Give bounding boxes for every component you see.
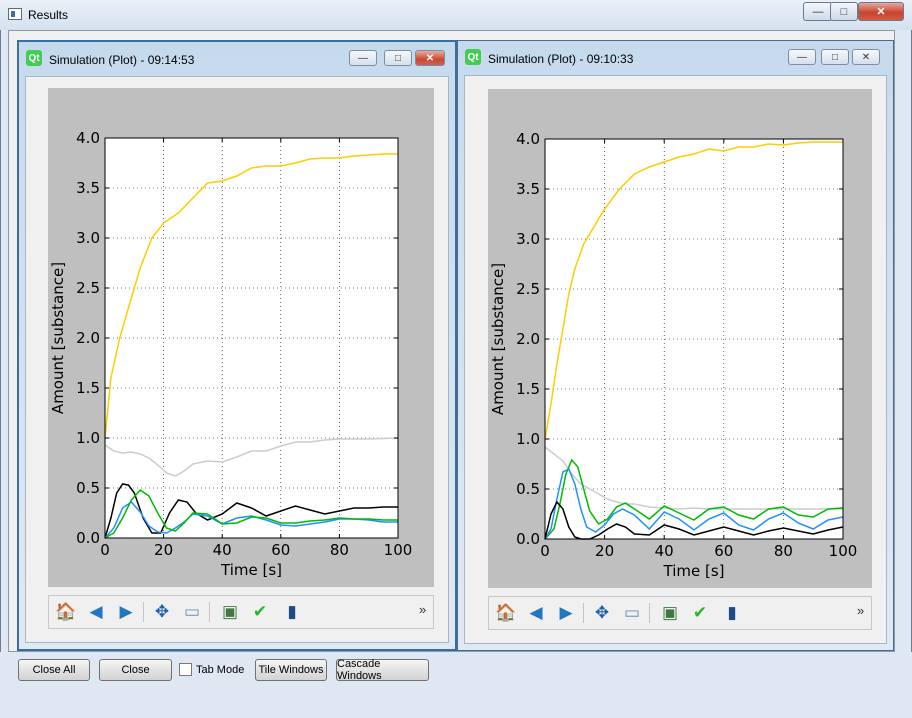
pan-icon[interactable]: ✥ [589,601,615,625]
tab-mode-label: Tab Mode [196,664,245,676]
x-tick-label: 0 [100,541,110,559]
plot-subwindow-2[interactable]: Qt Simulation (Plot) - 09:10:33 — □ ✕ 0 2… [457,40,894,651]
cascade-windows-button[interactable]: Cascade Windows [336,658,429,682]
title-bar[interactable]: Results — □ ✕ [0,0,912,30]
x-tick-label: 100 [829,542,858,560]
plot-container: 0 20 40 60 80 100 0.0 0.5 1.0 1.5 2.0 2.5 3.0 3.5 4.0 T… [25,76,449,643]
forward-arrow-icon[interactable]: ▶ [553,601,579,625]
maximize-button[interactable]: □ [384,50,412,66]
save-icon[interactable]: ▮ [279,600,305,624]
y-tick-label: 3.0 [76,229,100,247]
y-tick-label: 0.0 [516,530,540,548]
line-chart: 0 20 40 60 80 100 0.0 0.5 1.0 1.5 2.0 2.5 3.0 3.5 4.0 T… [49,129,413,579]
y-tick-label: 0.5 [76,479,100,497]
y-tick-label: 0.5 [516,480,540,498]
check-icon[interactable]: ✔ [687,601,713,625]
x-tick-label: 0 [540,542,550,560]
close-button[interactable]: Close [99,659,172,681]
plot-area [105,138,398,538]
x-tick-label: 80 [330,541,349,559]
x-tick-label: 60 [271,541,290,559]
x-tick-label: 20 [595,542,614,560]
maximize-button[interactable]: □ [830,2,858,21]
x-tick-label: 80 [774,542,793,560]
x-tick-label: 40 [213,541,232,559]
close-button[interactable]: ✕ [415,50,445,66]
y-tick-label: 3.0 [516,230,540,248]
tab-mode-checkbox[interactable] [179,663,192,676]
home-icon[interactable]: 🏠 [53,600,79,624]
window-title: Results [28,8,69,22]
maximize-button[interactable]: □ [821,49,849,65]
x-axis-label: Time [s] [220,561,282,579]
zoom-icon[interactable]: ▭ [619,601,645,625]
app-icon [8,8,22,20]
plot-subwindow-1[interactable]: Qt Simulation (Plot) - 09:14:53 — □ ✕ 0 2… [17,40,457,651]
subwindow-title: Simulation (Plot) - 09:14:53 [49,53,195,67]
back-arrow-icon[interactable]: ◀ [523,601,549,625]
back-arrow-icon[interactable]: ◀ [83,600,109,624]
subwindow-title-bar[interactable]: Qt Simulation (Plot) - 09:10:33 — □ ✕ [458,41,893,75]
toolbar-separator [143,602,144,622]
x-tick-label: 40 [655,542,674,560]
subwindow-title-bar[interactable]: Qt Simulation (Plot) - 09:14:53 — □ ✕ [19,42,455,76]
plot-toolbar: 🏠 ◀ ▶ ✥ ▭ ▣ ✔ ▮ » [48,595,434,629]
x-tick-label: 60 [714,542,733,560]
y-tick-label: 2.5 [516,280,540,298]
y-tick-label: 2.5 [76,279,100,297]
close-all-button[interactable]: Close All [18,659,90,681]
y-tick-label: 4.0 [516,130,540,148]
x-tick-label: 20 [154,541,173,559]
x-axis-label: Time [s] [663,562,725,580]
y-tick-label: 0.0 [76,529,100,547]
tile-windows-button[interactable]: Tile Windows [255,659,327,681]
toolbar-separator [209,602,210,622]
figure-canvas[interactable]: 0 20 40 60 80 100 0.0 0.5 1.0 1.5 2.0 2.5 3.0 3.5 4.0 T… [488,89,872,588]
check-icon[interactable]: ✔ [247,600,273,624]
toolbar-separator [583,603,584,623]
minimize-button[interactable]: — [788,49,816,65]
toolbar-overflow-button[interactable]: » [419,602,426,617]
pan-icon[interactable]: ✥ [149,600,175,624]
plot-container: 0 20 40 60 80 100 0.0 0.5 1.0 1.5 2.0 2.5 3.0 3.5 4.0 T… [464,75,887,644]
zoom-icon[interactable]: ▭ [179,600,205,624]
qt-icon: Qt [26,50,42,66]
y-tick-label: 3.5 [516,180,540,198]
close-button[interactable]: ✕ [852,49,880,65]
toolbar-separator [649,603,650,623]
subwindow-title: Simulation (Plot) - 09:10:33 [488,52,634,66]
y-axis-label: Amount [substance] [489,263,507,415]
y-tick-label: 1.5 [76,379,100,397]
minimize-button[interactable]: — [349,50,377,66]
y-tick-label: 2.0 [516,330,540,348]
save-icon[interactable]: ▮ [719,601,745,625]
line-chart: 0 20 40 60 80 100 0.0 0.5 1.0 1.5 2.0 2.5 3.0 3.5 4.0 T… [489,130,858,580]
close-window-button[interactable]: ✕ [858,2,904,21]
home-icon[interactable]: 🏠 [493,601,519,625]
qt-icon: Qt [465,49,481,65]
plot-toolbar: 🏠 ◀ ▶ ✥ ▭ ▣ ✔ ▮ » [488,596,872,630]
x-tick-label: 100 [384,541,413,559]
toolbar-overflow-button[interactable]: » [857,603,864,618]
y-axis-label: Amount [substance] [49,262,67,414]
y-tick-label: 4.0 [76,129,100,147]
forward-arrow-icon[interactable]: ▶ [113,600,139,624]
y-tick-label: 2.0 [76,329,100,347]
configure-subplots-icon[interactable]: ▣ [217,600,243,624]
minimize-button[interactable]: — [803,2,833,21]
y-tick-label: 1.0 [516,430,540,448]
figure-canvas[interactable]: 0 20 40 60 80 100 0.0 0.5 1.0 1.5 2.0 2.5 3.0 3.5 4.0 T… [48,88,434,587]
y-tick-label: 1.5 [516,380,540,398]
configure-subplots-icon[interactable]: ▣ [657,601,683,625]
y-tick-label: 1.0 [76,429,100,447]
y-tick-label: 3.5 [76,179,100,197]
